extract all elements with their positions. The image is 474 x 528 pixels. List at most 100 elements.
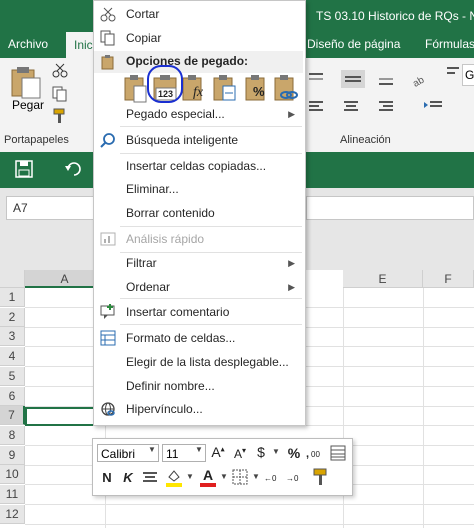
paste-option-formatting[interactable]: %	[243, 74, 271, 104]
menu-item-busqueda-inteligente[interactable]: Búsqueda inteligente	[94, 129, 303, 151]
menu-label: Filtrar	[126, 256, 157, 270]
row-header[interactable]: 2	[0, 307, 25, 327]
menu-item-cortar[interactable]: Cortar	[94, 3, 303, 25]
name-box[interactable]: A7	[6, 196, 98, 220]
save-icon[interactable]	[14, 159, 34, 179]
menu-item-hipervinculo[interactable]: Hipervínculo...	[94, 398, 303, 420]
menu-separator	[120, 324, 302, 325]
paste-option-keep-width[interactable]	[211, 74, 239, 104]
tab-diseno-pagina[interactable]: Diseño de página	[307, 37, 400, 51]
fill-color-icon[interactable]	[165, 467, 183, 487]
font-color-icon[interactable]: A	[199, 467, 217, 487]
chevron-down-icon[interactable]: ▼	[252, 472, 260, 481]
menu-item-pegado-especial[interactable]: Pegado especial... ▶	[94, 103, 303, 125]
menu-label: Definir nombre...	[126, 379, 215, 393]
row-header[interactable]: 3	[0, 327, 25, 347]
column-header-e[interactable]: E	[343, 270, 423, 288]
menu-item-eliminar[interactable]: Eliminar...	[94, 178, 303, 200]
row-header[interactable]: 12	[0, 504, 25, 524]
row-header[interactable]: 9	[0, 445, 25, 465]
format-cells-icon	[100, 330, 116, 346]
format-painter-icon[interactable]	[52, 108, 68, 124]
paste-option-formulas[interactable]: fx	[180, 74, 208, 104]
smart-lookup-icon	[100, 132, 116, 148]
highlight-circle-annotation	[147, 65, 183, 103]
column-header-f[interactable]: F	[423, 270, 474, 288]
paste-button[interactable]	[8, 64, 44, 100]
format-painter-icon[interactable]	[312, 467, 330, 487]
menu-item-analisis-rapido: Análisis rápido	[94, 228, 303, 250]
menu-separator	[120, 226, 302, 227]
align-bottom-icon[interactable]	[376, 70, 396, 88]
menu-label: Búsqueda inteligente	[126, 133, 239, 147]
chevron-down-icon[interactable]: ▼	[148, 445, 156, 454]
tab-archivo[interactable]: Archivo	[8, 37, 48, 51]
svg-text:,: ,	[306, 448, 309, 460]
hyperlink-icon	[100, 401, 116, 417]
menu-item-insertar-comentario[interactable]: Insertar comentario	[94, 301, 303, 323]
font-color-letter: A	[203, 467, 214, 483]
format-table-icon[interactable]	[330, 445, 346, 461]
percent-format-button[interactable]: %	[286, 445, 302, 461]
menu-item-definir-nombre[interactable]: Definir nombre...	[94, 375, 303, 397]
font-name-box-ribbon[interactable]: G	[462, 64, 474, 86]
menu-label: Ordenar	[126, 280, 171, 294]
decrease-decimal-icon[interactable]: →0	[286, 469, 304, 485]
paste-option-paste[interactable]	[122, 74, 150, 104]
row-header[interactable]: 8	[0, 425, 25, 445]
tab-formulas[interactable]: Fórmulas	[425, 37, 474, 51]
row-header[interactable]: 4	[0, 347, 25, 367]
grid-row-line	[25, 523, 474, 525]
align-top-icon[interactable]	[306, 70, 326, 88]
paste-link-icon	[274, 75, 298, 101]
grid-column-line	[423, 288, 424, 528]
row-header[interactable]: 6	[0, 386, 25, 406]
select-all-corner[interactable]	[0, 270, 25, 288]
copy-icon	[100, 30, 116, 46]
menu-item-borrar-contenido[interactable]: Borrar contenido	[94, 202, 303, 224]
increase-font-size-icon[interactable]: A▴	[210, 444, 226, 460]
wrap-text-icon[interactable]	[446, 64, 462, 80]
row-header[interactable]: 1	[0, 288, 25, 307]
italic-button[interactable]: K	[121, 470, 135, 485]
row-header[interactable]: 5	[0, 366, 25, 386]
menu-item-insertar-celdas-copiadas[interactable]: Insertar celdas copiadas...	[94, 155, 303, 177]
orientation-icon[interactable]: ab	[410, 72, 432, 90]
chevron-down-icon[interactable]: ▼	[195, 445, 203, 454]
increase-decimal-icon[interactable]: ←0	[264, 469, 282, 485]
menu-item-formato-celdas[interactable]: Formato de celdas...	[94, 327, 303, 349]
undo-icon[interactable]	[64, 159, 84, 179]
chevron-down-icon[interactable]: ▼	[220, 472, 228, 481]
paste-option-link[interactable]	[272, 74, 300, 104]
thousands-separator-icon[interactable]: , 00	[306, 446, 320, 460]
align-center-icon[interactable]	[341, 98, 361, 116]
center-align-icon[interactable]	[142, 470, 158, 486]
cut-icon[interactable]	[52, 62, 68, 78]
menu-item-filtrar[interactable]: Filtrar ▶	[94, 252, 303, 274]
menu-label: Borrar contenido	[126, 206, 215, 220]
row-header[interactable]: 11	[0, 485, 25, 504]
menu-label: Eliminar...	[126, 182, 179, 196]
align-right-icon[interactable]	[376, 98, 396, 116]
row-header[interactable]: 7	[0, 406, 25, 426]
currency-format-button[interactable]: $	[254, 444, 268, 460]
decrease-font-size-icon[interactable]: A▾	[232, 446, 248, 461]
menu-item-ordenar[interactable]: Ordenar ▶	[94, 276, 303, 298]
menu-item-copiar[interactable]: Copiar	[94, 27, 303, 49]
align-left-icon[interactable]	[306, 98, 326, 116]
chevron-down-icon[interactable]: ▼	[186, 472, 194, 481]
bold-button[interactable]: N	[100, 470, 114, 485]
borders-icon[interactable]	[232, 469, 248, 485]
indent-icon[interactable]	[422, 98, 446, 116]
row-header[interactable]: 10	[0, 465, 25, 485]
menu-separator	[120, 153, 302, 154]
svg-text:→0: →0	[286, 474, 299, 483]
chevron-down-icon[interactable]: ▼	[272, 447, 280, 456]
formula-input[interactable]	[306, 196, 474, 220]
copy-icon-ribbon[interactable]	[52, 86, 68, 102]
menu-item-elegir-lista[interactable]: Elegir de la lista desplegable...	[94, 351, 303, 373]
paste-icon	[11, 67, 41, 99]
group-label-portapapeles: Portapapeles	[4, 134, 69, 146]
align-middle-icon[interactable]	[341, 70, 365, 88]
menu-label: Insertar comentario	[126, 305, 230, 319]
